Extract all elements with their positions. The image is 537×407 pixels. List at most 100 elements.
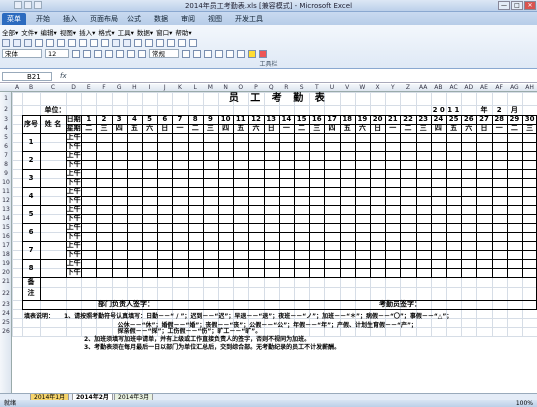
name-box[interactable]: B21 [2,72,52,81]
menu-insert[interactable]: 插入▾ [79,27,95,37]
row-header[interactable]: 16 [0,232,12,241]
increase-decimal-icon[interactable] [204,49,212,58]
row-header[interactable]: 3 [0,115,12,124]
comma-icon[interactable] [193,49,201,58]
row-header[interactable]: 5 [0,133,12,142]
row-header[interactable]: 11 [0,187,12,196]
align-right-icon[interactable] [127,49,135,58]
row-header[interactable]: 26 [0,327,12,336]
print-icon[interactable] [35,38,43,47]
column-header[interactable]: S [294,84,309,92]
column-header[interactable]: O [233,84,248,92]
tab-view[interactable]: 视图 [203,13,227,25]
column-header[interactable]: T [309,84,324,92]
paste-icon[interactable] [90,38,98,47]
column-header[interactable]: R [279,84,294,92]
hyperlink-icon[interactable] [134,38,142,47]
column-header[interactable]: M [203,84,218,92]
column-header[interactable]: K [172,84,187,92]
undo-icon[interactable] [112,38,120,47]
menu-view[interactable]: 视图▾ [60,27,76,37]
decrease-decimal-icon[interactable] [215,49,223,58]
column-header[interactable]: AE [476,84,491,92]
spellcheck-icon[interactable] [57,38,65,47]
row-header[interactable]: 15 [0,223,12,232]
tab-data[interactable]: 数据 [149,13,173,25]
sort-asc-icon[interactable] [156,38,164,47]
row-header[interactable]: 7 [0,151,12,160]
row-header[interactable]: 22 [0,287,12,300]
font-name-select[interactable]: 宋体 [2,49,42,58]
menu-help[interactable]: 帮助▾ [175,27,191,37]
tab-page-layout[interactable]: 页面布局 [85,13,123,25]
sort-desc-icon[interactable] [167,38,175,47]
column-header[interactable]: N [218,84,233,92]
row-header[interactable]: 12 [0,196,12,205]
row-header[interactable]: 1 [0,92,12,105]
column-header[interactable]: X [370,84,385,92]
tab-formulas[interactable]: 公式 [122,13,146,25]
borders-icon[interactable] [237,49,245,58]
percent-icon[interactable] [182,49,190,58]
column-header[interactable]: D [66,84,81,92]
italic-icon[interactable] [83,49,91,58]
fill-color-icon[interactable] [248,49,256,58]
row-header[interactable]: 18 [0,250,12,259]
column-header[interactable]: W [355,84,370,92]
row-header[interactable]: 24 [0,309,12,318]
chart-icon[interactable] [178,38,186,47]
column-header[interactable]: B [22,84,40,92]
menu-tools[interactable]: 工具▾ [118,27,134,37]
column-header[interactable]: AA [416,84,431,92]
column-header[interactable]: V [340,84,355,92]
row-header[interactable]: 8 [0,160,12,169]
indent-icon[interactable] [226,49,234,58]
copy-icon[interactable] [79,38,87,47]
bold-icon[interactable] [72,49,80,58]
number-format-select[interactable]: 常规 [149,49,179,58]
column-header[interactable]: L [188,84,203,92]
save-icon[interactable] [24,38,32,47]
menu-format[interactable]: 格式▾ [98,27,114,37]
row-header[interactable]: 19 [0,259,12,268]
column-header[interactable]: AD [461,84,476,92]
row-header[interactable]: 2 [0,105,12,115]
tab-insert[interactable]: 插入 [58,13,82,25]
column-header[interactable]: AC [446,84,461,92]
row-header[interactable]: 20 [0,268,12,277]
column-header[interactable]: A [12,84,22,92]
menu-edit[interactable]: 编辑▾ [41,27,57,37]
column-header[interactable]: F [96,84,111,92]
column-header[interactable]: Q [264,84,279,92]
menu-file[interactable]: 文件▾ [21,27,37,37]
row-header[interactable]: 10 [0,178,12,187]
font-color-icon[interactable] [259,49,267,58]
align-center-icon[interactable] [116,49,124,58]
column-header[interactable]: U [324,84,339,92]
font-size-select[interactable]: 12 [45,49,69,58]
column-header[interactable]: Z [400,84,415,92]
menu-window[interactable]: 窗口▾ [156,27,172,37]
column-header[interactable]: H [127,84,142,92]
column-header[interactable]: P [248,84,263,92]
minimize-button[interactable]: — [498,1,510,10]
fx-icon[interactable]: fx [60,72,67,80]
menu-all[interactable]: 全部▾ [2,27,18,37]
row-header[interactable]: 14 [0,214,12,223]
row-header[interactable]: 13 [0,205,12,214]
row-header[interactable]: 17 [0,241,12,250]
drawing-icon[interactable] [189,38,197,47]
merge-center-icon[interactable] [138,49,146,58]
close-button[interactable]: ✕ [524,1,536,10]
align-left-icon[interactable] [105,49,113,58]
column-header[interactable]: AH [522,84,537,92]
column-header[interactable]: E [81,84,96,92]
new-icon[interactable] [2,38,10,47]
row-header[interactable]: 21 [0,277,12,287]
row-header[interactable]: 23 [0,300,12,309]
tab-home[interactable]: 开始 [31,13,55,25]
underline-icon[interactable] [94,49,102,58]
worksheet-grid[interactable]: A B C D E F G H I J K L M N O P Q R S T U V W X Y Z AA AB AC AD AE AF AG… [0,84,537,393]
column-header[interactable]: AF [492,84,507,92]
column-header[interactable]: C [40,84,66,92]
